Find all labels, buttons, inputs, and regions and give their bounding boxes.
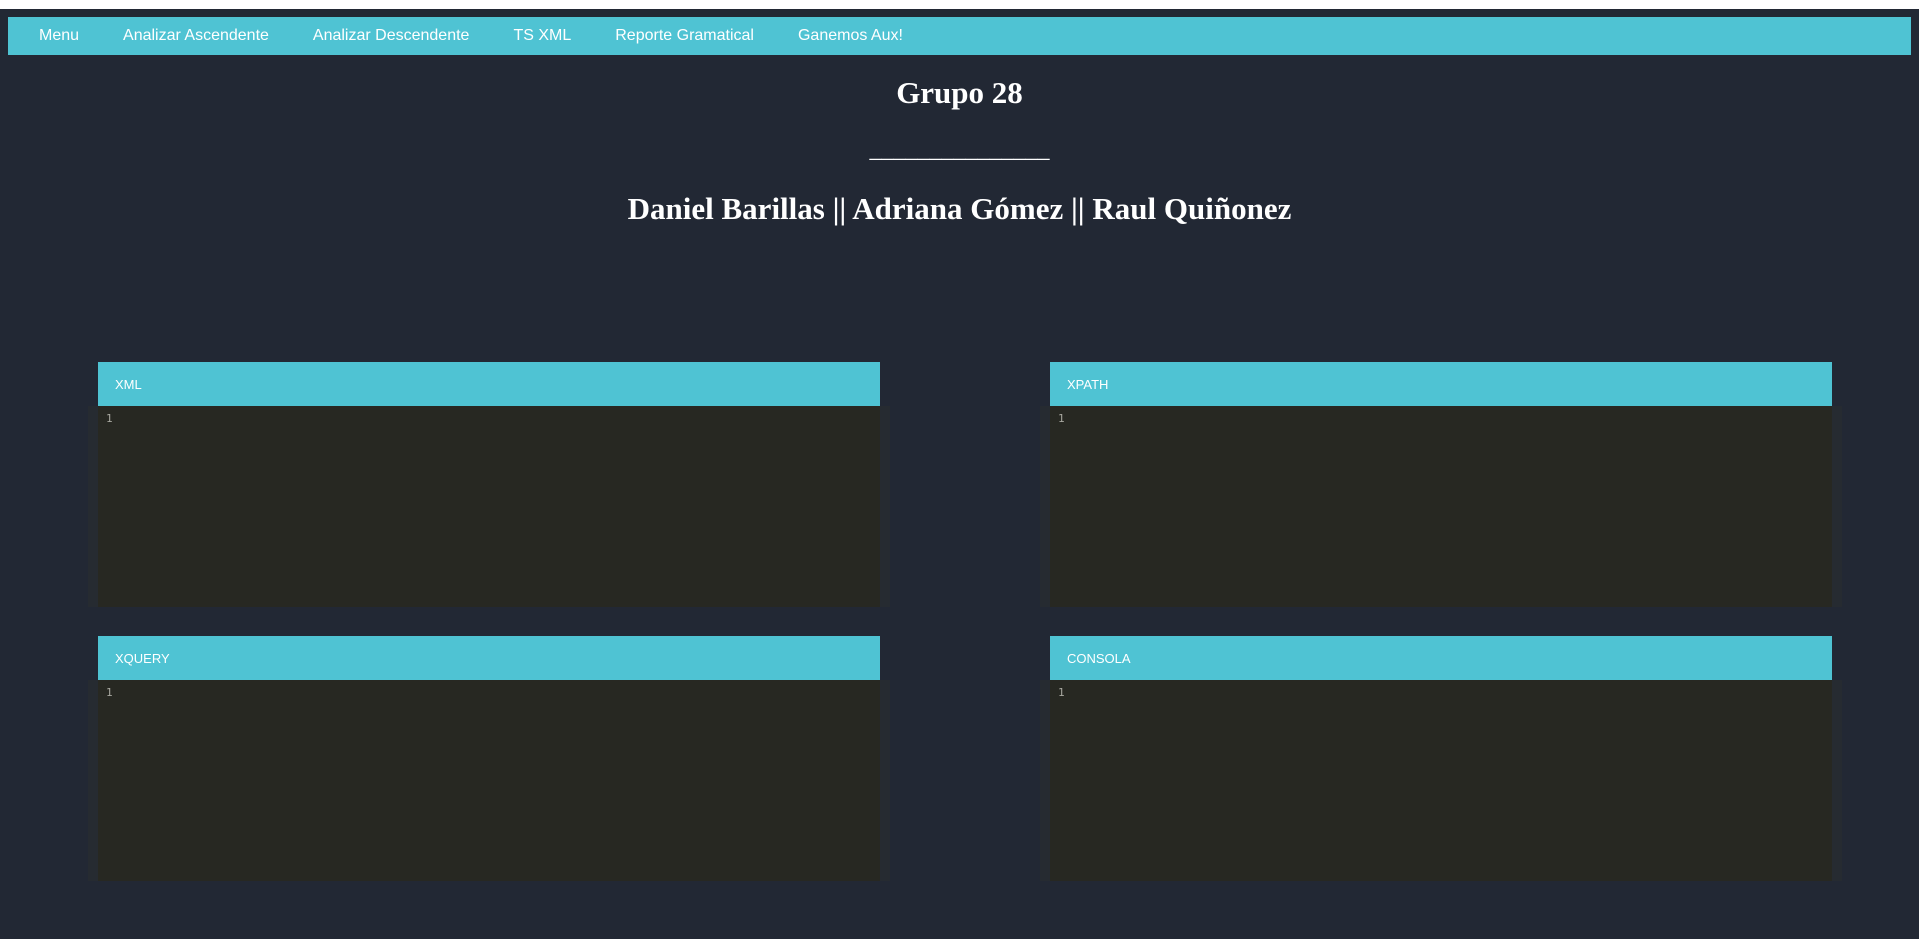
page-title: Grupo 28 [896,75,1023,110]
nav-item-analizar-descendente[interactable]: Analizar Descendente [313,27,470,45]
xml-panel-header: XML [98,362,880,406]
xquery-panel-header: XQUERY [98,636,880,680]
line-number: 1 [106,412,113,425]
line-number: 1 [1058,686,1065,699]
xpath-panel-header: XPATH [1050,362,1832,406]
consola-editor[interactable]: 1 [1050,680,1832,881]
nav-item-reporte-gramatical[interactable]: Reporte Gramatical [615,27,754,45]
nav-item-menu[interactable]: Menu [39,27,79,45]
line-number: 1 [1058,412,1065,425]
xml-editor[interactable]: 1 [98,406,880,607]
nav-item-ganemos-aux[interactable]: Ganemos Aux! [798,27,903,45]
xquery-panel: XQUERY 1 [98,636,880,881]
xpath-panel: XPATH 1 [1050,362,1832,607]
xml-panel: XML 1 [98,362,880,607]
xquery-editor-text-area[interactable] [128,680,880,881]
top-navbar: Menu Analizar Ascendente Analizar Descen… [8,17,1911,55]
browser-top-strip [0,0,1919,9]
xquery-editor[interactable]: 1 [98,680,880,881]
consola-panel: CONSOLA 1 [1050,636,1832,881]
line-number: 1 [106,686,113,699]
authors-heading: Daniel Barillas || Adriana Gómez || Raul… [627,191,1292,226]
title-separator: _______________ [869,137,1050,163]
nav-item-analizar-ascendente[interactable]: Analizar Ascendente [123,27,269,45]
xpath-editor[interactable]: 1 [1050,406,1832,607]
consola-editor-text-area[interactable] [1080,680,1832,881]
nav-item-ts-xml[interactable]: TS XML [513,27,571,45]
consola-panel-header: CONSOLA [1050,636,1832,680]
xml-editor-text-area[interactable] [128,406,880,607]
xpath-editor-text-area[interactable] [1080,406,1832,607]
